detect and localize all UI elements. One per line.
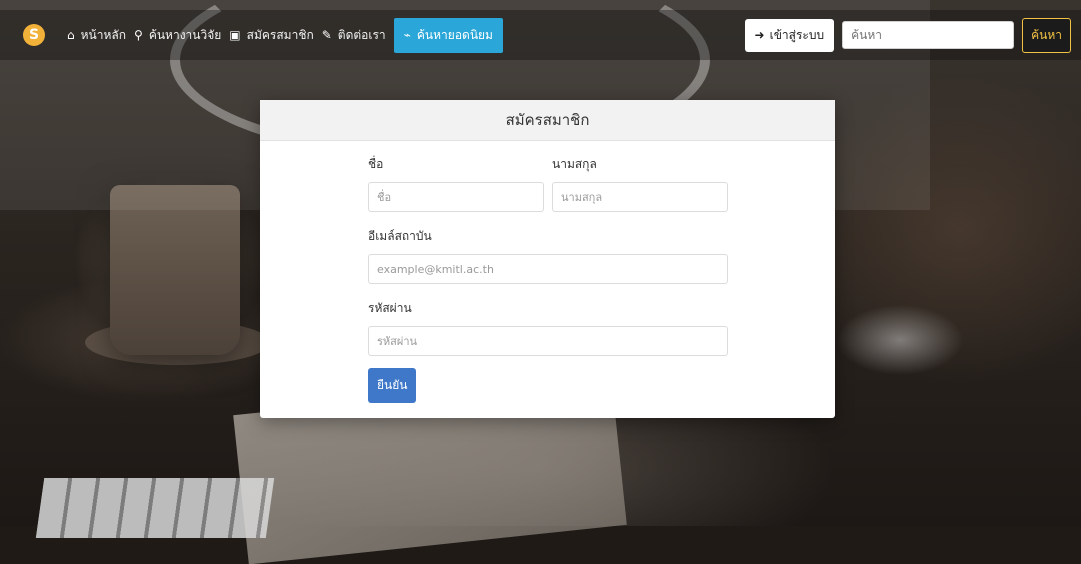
brand-logo[interactable]: S (23, 24, 45, 46)
email-field[interactable] (368, 254, 728, 284)
brand-logo-letter: S (28, 27, 40, 43)
email-group: อีเมล์สถาบัน (368, 227, 728, 284)
first-name-field[interactable] (368, 182, 544, 212)
register-card: สมัครสมาชิก ชื่อ นามสกุล อีเมล์สถาบัน รห… (260, 100, 835, 418)
last-name-field[interactable] (552, 182, 728, 212)
nav-item-search-research-label: ค้นหางานวิจัย (148, 27, 222, 42)
nav-item-home[interactable]: ⌂ หน้าหลัก (67, 26, 126, 45)
email-label: อีเมล์สถาบัน (368, 229, 432, 243)
name-row: ชื่อ นามสกุล (368, 155, 728, 212)
top-navbar: S ⌂ หน้าหลัก ⚲ ค้นหางานวิจัย ▣ สมัครสมาช… (0, 10, 1081, 60)
background-keyboard (35, 478, 275, 538)
nav-item-contact[interactable]: ✎ ติดต่อเรา (322, 26, 386, 45)
id-card-icon: ▣ (229, 28, 241, 42)
search-icon: ⚲ (134, 28, 143, 42)
navbar-right-group: ➜ เข้าสู่ระบบ ค้นหา (744, 17, 1081, 53)
nav-item-home-label: หน้าหลัก (80, 27, 127, 42)
nav-item-popular-label: ค้นหายอดนิยม (416, 27, 493, 42)
search-input[interactable] (842, 21, 1015, 49)
register-card-title: สมัครสมาชิก (260, 100, 835, 141)
last-name-group: นามสกุล (552, 155, 728, 212)
password-field[interactable] (368, 326, 728, 356)
login-button-label: เข้าสู่ระบบ (769, 27, 825, 42)
nav-item-register[interactable]: ▣ สมัครสมาชิก (229, 26, 313, 45)
nav-item-search-research[interactable]: ⚲ ค้นหางานวิจัย (134, 26, 221, 45)
first-name-group: ชื่อ (368, 155, 544, 212)
nav-item-popular[interactable]: ⌁ ค้นหายอดนิยม (393, 17, 503, 53)
last-name-label: นามสกุล (552, 157, 597, 171)
edit-icon: ✎ (321, 28, 332, 42)
submit-button[interactable]: ยืนยัน (368, 368, 417, 403)
password-group: รหัสผ่าน (368, 299, 728, 356)
nav-item-contact-label: ติดต่อเรา (337, 27, 386, 42)
home-icon: ⌂ (67, 28, 75, 42)
password-label: รหัสผ่าน (368, 301, 412, 315)
sign-in-icon: ➜ (754, 28, 765, 42)
register-form: ชื่อ นามสกุล อีเมล์สถาบัน รหัสผ่าน ยืนยั… (368, 155, 728, 403)
chart-icon: ⌁ (403, 28, 411, 42)
login-button[interactable]: ➜ เข้าสู่ระบบ (744, 18, 835, 52)
first-name-label: ชื่อ (368, 157, 384, 171)
background-mug (110, 185, 240, 355)
search-button[interactable]: ค้นหา (1022, 17, 1071, 53)
nav-item-register-label: สมัครสมาชิก (246, 27, 314, 42)
